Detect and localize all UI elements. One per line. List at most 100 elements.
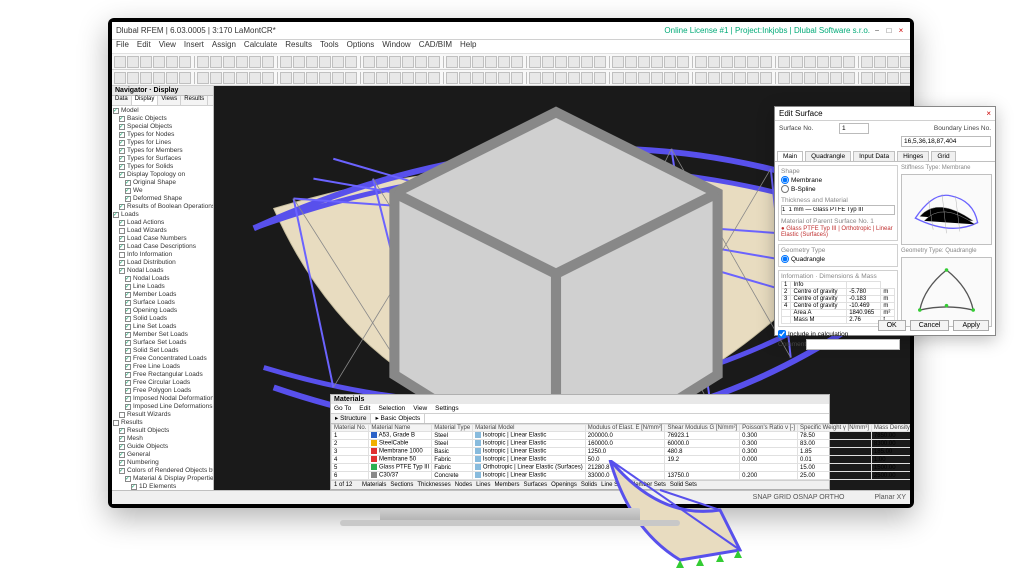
toolbar-icon[interactable] — [210, 72, 222, 84]
toolbar-icon[interactable] — [568, 56, 580, 68]
toolbar-icon[interactable] — [319, 56, 331, 68]
nav-tab[interactable]: Data — [112, 96, 132, 105]
toolbar-icon[interactable] — [887, 72, 899, 84]
nav-item[interactable]: Member Loads — [113, 291, 212, 299]
toolbar-icon[interactable] — [511, 72, 523, 84]
table-row[interactable]: 1 A53, Grade BSteel Isotropic | Linear E… — [332, 432, 911, 440]
nav-checkbox[interactable] — [119, 252, 125, 258]
nav-checkbox[interactable] — [125, 348, 131, 354]
toolbar-icon[interactable] — [166, 56, 178, 68]
mat-foot-tab[interactable]: Materials — [362, 482, 386, 488]
dialog-tab[interactable]: Main — [777, 151, 803, 161]
shape-radio[interactable] — [781, 185, 789, 193]
toolbar-icon[interactable] — [843, 56, 855, 68]
nav-item[interactable]: Loads — [113, 211, 212, 219]
toolbar-icon[interactable] — [625, 56, 637, 68]
nav-item[interactable]: We — [113, 187, 212, 195]
toolbar-icon[interactable] — [778, 72, 790, 84]
nav-item[interactable]: Member Set Loads — [113, 331, 212, 339]
toolbar-icon[interactable] — [332, 56, 344, 68]
toolbar-icon[interactable] — [179, 56, 191, 68]
table-row[interactable]: 3 Membrane 1000Basic Isotropic | Linear … — [332, 448, 911, 456]
toolbar-icon[interactable] — [511, 56, 523, 68]
toolbar-icon[interactable] — [114, 72, 126, 84]
nav-checkbox[interactable] — [125, 180, 131, 186]
table-row[interactable]: 4 Membrane 50Fabric Isotropic | Linear E… — [332, 456, 911, 464]
nav-checkbox[interactable] — [119, 468, 125, 474]
mat-menu-item[interactable]: Edit — [359, 405, 370, 412]
nav-item[interactable]: Surface Loads — [113, 299, 212, 307]
nav-checkbox[interactable] — [125, 292, 131, 298]
toolbar-icon[interactable] — [830, 56, 842, 68]
nav-item[interactable]: Basic Objects — [113, 115, 212, 123]
toolbar-icon[interactable] — [695, 72, 707, 84]
nav-item[interactable]: Colors of Rendered Objects by — [113, 467, 212, 475]
toolbar-icon[interactable] — [127, 56, 139, 68]
nav-checkbox[interactable] — [119, 124, 125, 130]
toolbar-icon[interactable] — [179, 72, 191, 84]
nav-item[interactable]: General — [113, 451, 212, 459]
toolbar-icon[interactable] — [127, 72, 139, 84]
toolbar-icon[interactable] — [804, 56, 816, 68]
toolbar-icon[interactable] — [664, 56, 676, 68]
toolbar-icon[interactable] — [555, 72, 567, 84]
toolbar-icon[interactable] — [708, 56, 720, 68]
toolbar-icon[interactable] — [223, 56, 235, 68]
toolbar-icon[interactable] — [249, 56, 261, 68]
menubar[interactable]: FileEditViewInsertAssignCalculateResults… — [112, 40, 910, 54]
nav-checkbox[interactable] — [119, 412, 125, 418]
menu-edit[interactable]: Edit — [137, 40, 151, 53]
mat-menu-item[interactable]: View — [413, 405, 427, 412]
ok-button[interactable]: OK — [878, 320, 906, 331]
toolbar-icon[interactable] — [664, 72, 676, 84]
toolbar-icon[interactable] — [459, 72, 471, 84]
toolbar-icon[interactable] — [817, 72, 829, 84]
toolbar-icon[interactable] — [293, 72, 305, 84]
materials-tabs[interactable]: ▸ Structure▸ Basic Objects — [331, 414, 829, 424]
comment-input[interactable] — [806, 339, 900, 350]
nav-checkbox[interactable] — [113, 108, 119, 114]
menu-window[interactable]: Window — [382, 40, 410, 53]
nav-checkbox[interactable] — [125, 380, 131, 386]
toolbar-icon[interactable] — [542, 72, 554, 84]
nav-item[interactable]: Numbering — [113, 459, 212, 467]
toolbar-icon[interactable] — [153, 72, 165, 84]
nav-item[interactable]: Results of Boolean Operations — [113, 203, 212, 211]
apply-button[interactable]: Apply — [953, 320, 989, 331]
toolbar-icon[interactable] — [638, 56, 650, 68]
toolbar-icon[interactable] — [861, 56, 873, 68]
toolbar-icon[interactable] — [332, 72, 344, 84]
toolbar-icon[interactable] — [747, 56, 759, 68]
mat-foot-tab[interactable]: Member Sets — [630, 482, 666, 488]
nav-item[interactable]: Nodal Loads — [113, 267, 212, 275]
nav-item[interactable]: Free Polygon Loads — [113, 387, 212, 395]
dialog-tab[interactable]: Quadrangle — [805, 151, 851, 161]
toolbar-icon[interactable] — [376, 56, 388, 68]
mat-menu-item[interactable]: Go To — [334, 405, 351, 412]
nav-checkbox[interactable] — [119, 268, 125, 274]
nav-checkbox[interactable] — [119, 140, 125, 146]
toolbar-icon[interactable] — [760, 56, 772, 68]
toolbar-icon[interactable] — [236, 72, 248, 84]
nav-checkbox[interactable] — [125, 476, 131, 482]
menu-assign[interactable]: Assign — [212, 40, 236, 53]
dialog-buttons[interactable]: OK CancelApply — [878, 320, 989, 331]
nav-checkbox[interactable] — [125, 404, 131, 410]
toolbar-icon[interactable] — [472, 72, 484, 84]
toolbar-icon[interactable] — [293, 56, 305, 68]
mat-menu-item[interactable]: Settings — [435, 405, 459, 412]
materials-table[interactable]: Material No.Material NameMaterial TypeMa… — [331, 424, 910, 480]
menu-tools[interactable]: Tools — [320, 40, 339, 53]
nav-tab[interactable]: Results — [181, 96, 208, 105]
thickness-select[interactable] — [781, 205, 895, 215]
toolbar-icon[interactable] — [428, 72, 440, 84]
toolbar-icon[interactable] — [140, 56, 152, 68]
toolbar-icon[interactable] — [345, 56, 357, 68]
menu-help[interactable]: Help — [460, 40, 476, 53]
nav-checkbox[interactable] — [119, 460, 125, 466]
cancel-button[interactable]: Cancel — [910, 320, 950, 331]
toolbar-icon[interactable] — [210, 56, 222, 68]
nav-item[interactable]: Result Wizards — [113, 411, 212, 419]
mat-foot-tab[interactable]: Surfaces — [523, 482, 547, 488]
mat-foot-tab[interactable]: Solids — [581, 482, 597, 488]
